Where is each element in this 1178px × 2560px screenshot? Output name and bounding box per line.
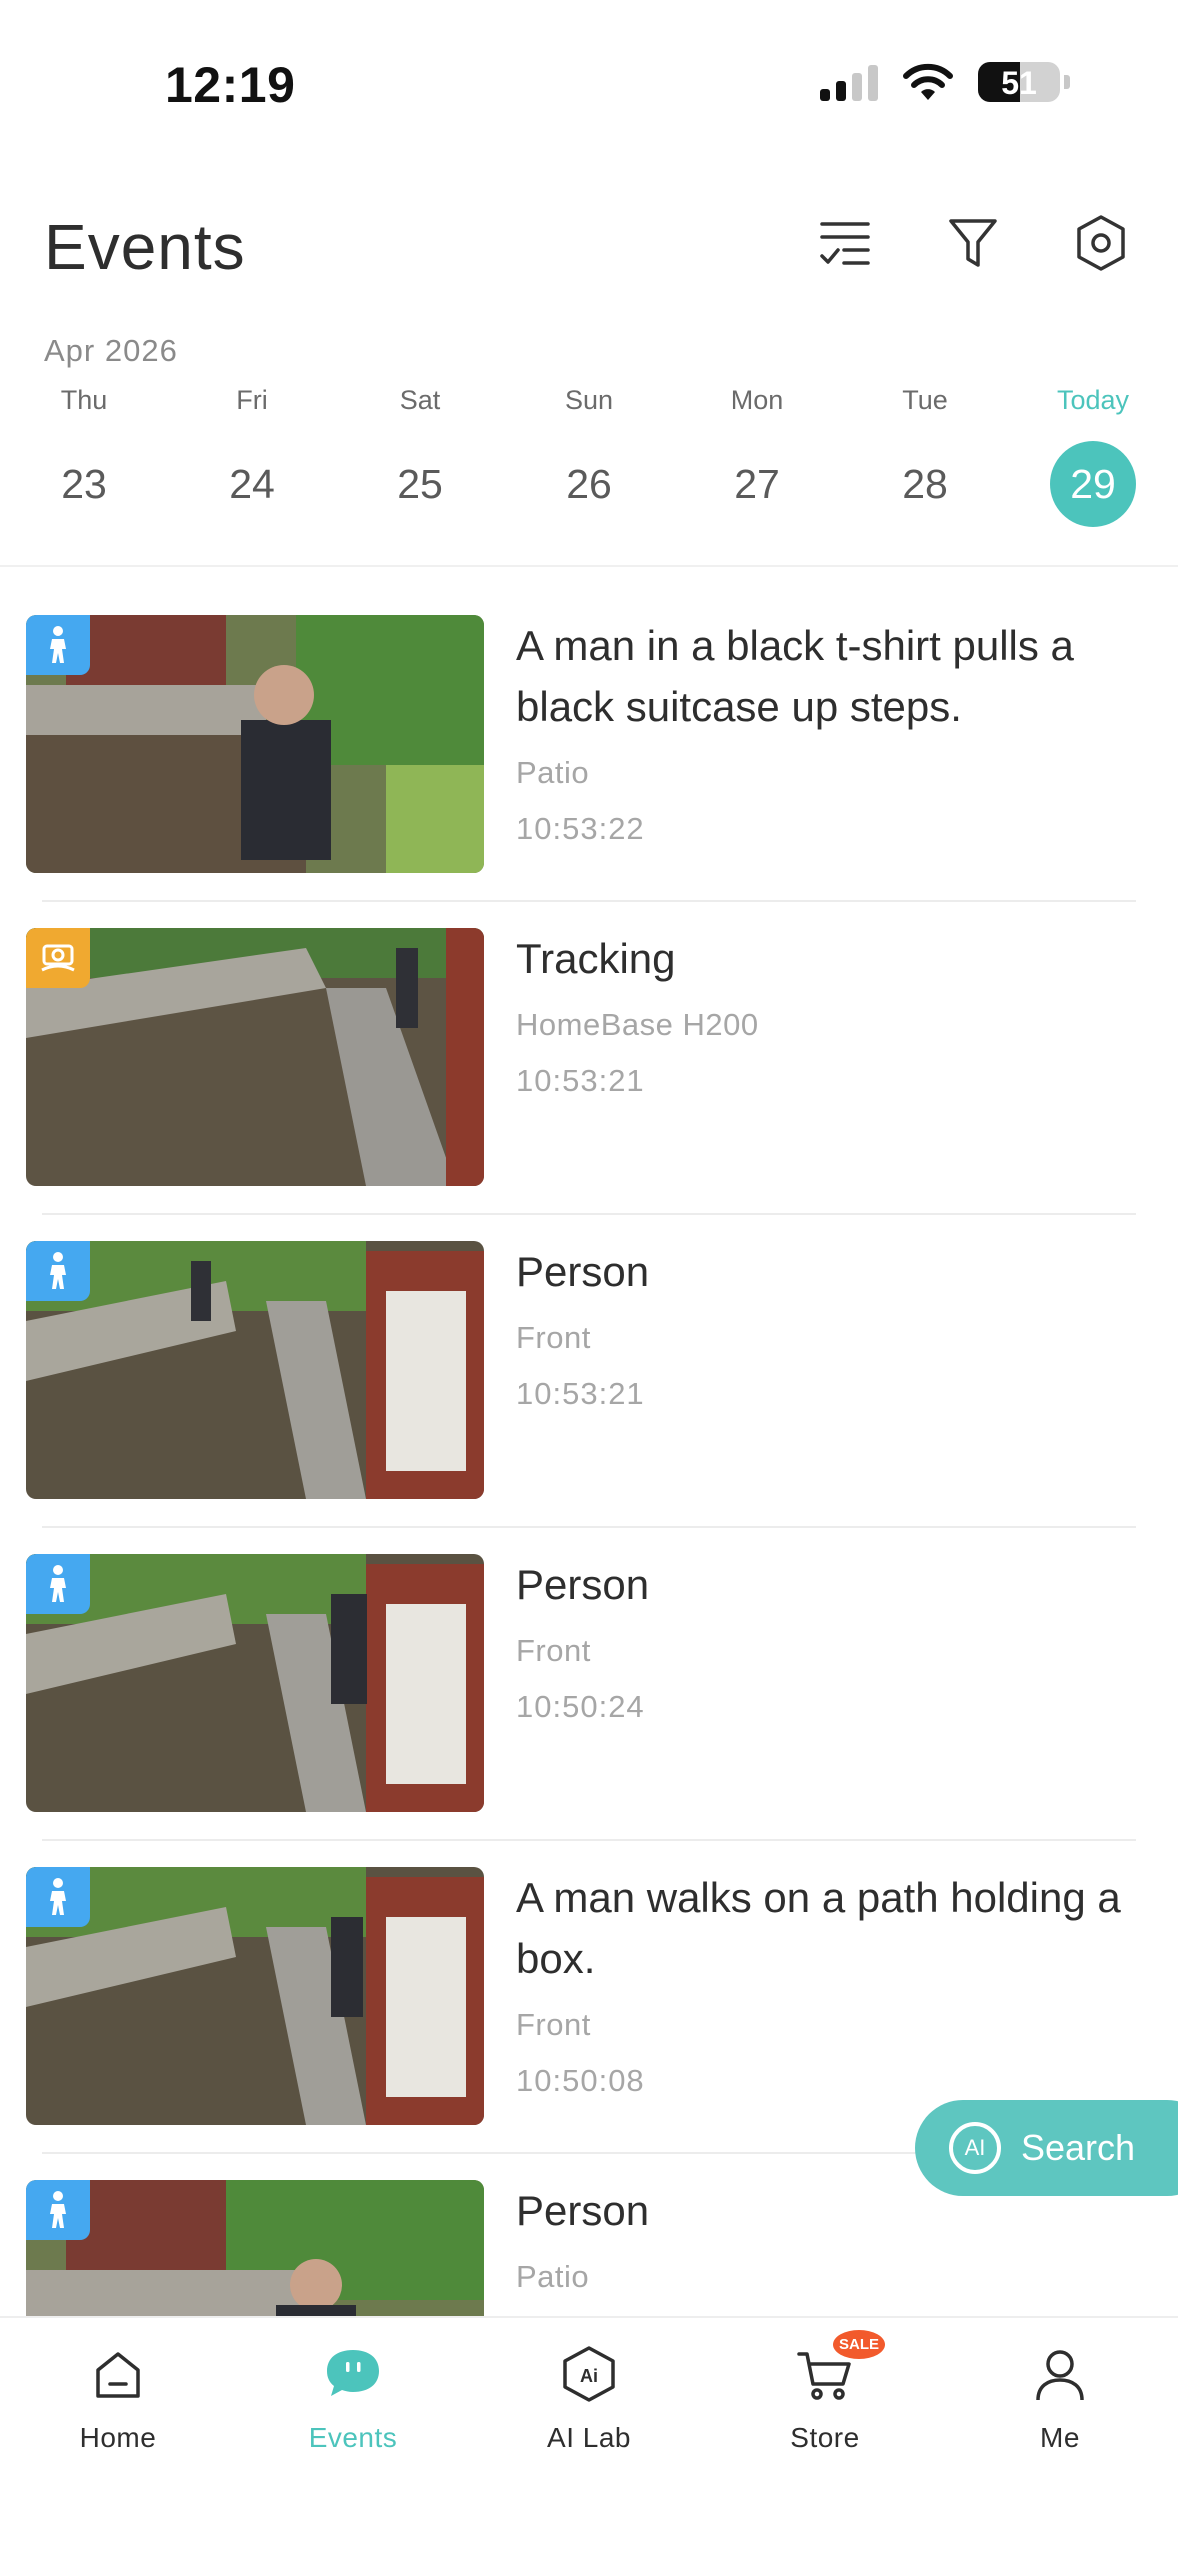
- nav-home[interactable]: Home: [38, 2344, 198, 2454]
- battery-level: 51: [1001, 65, 1037, 101]
- cart-icon: SALE: [795, 2330, 885, 2404]
- event-item[interactable]: Tracking HomeBase H200 10:53:21: [0, 928, 1178, 1241]
- profile-icon: [1030, 2344, 1090, 2404]
- day-fri[interactable]: Fri 24: [192, 385, 312, 527]
- wifi-icon: [903, 63, 953, 100]
- person-detection-icon: [26, 2180, 90, 2240]
- month-label: Apr 2026: [44, 333, 178, 368]
- event-item[interactable]: Person Front 10:53:21: [0, 1241, 1178, 1554]
- event-title: A man in a black t-shirt pulls a black s…: [516, 622, 1074, 730]
- event-source: Front: [516, 1633, 591, 1668]
- event-source: HomeBase H200: [516, 1007, 759, 1042]
- day-today[interactable]: Today 29: [1033, 385, 1153, 527]
- event-thumbnail[interactable]: [26, 1867, 484, 2125]
- sale-badge: SALE: [832, 2330, 885, 2359]
- divider: [42, 1526, 1136, 1528]
- nav-events[interactable]: Events: [273, 2344, 433, 2454]
- nav-me[interactable]: Me: [980, 2344, 1140, 2454]
- person-detection-icon: [26, 615, 90, 675]
- event-title: Tracking: [516, 935, 676, 982]
- ai-search-icon: AI: [949, 2122, 1001, 2174]
- status-icons: 51: [820, 62, 1070, 102]
- checklist-icon[interactable]: [816, 214, 874, 272]
- tracking-icon: [26, 928, 90, 988]
- event-thumbnail[interactable]: [26, 1554, 484, 1812]
- ai-search-button[interactable]: AI Search: [915, 2100, 1178, 2196]
- svg-text:Ai: Ai: [580, 2366, 598, 2386]
- event-time: 10:53:21: [516, 1063, 645, 1098]
- day-tue[interactable]: Tue 28: [865, 385, 985, 527]
- nav-store[interactable]: SALE Store: [745, 2330, 905, 2454]
- event-time: 10:53:21: [516, 1376, 645, 1411]
- page-title: Events: [44, 211, 246, 283]
- event-thumbnail[interactable]: [26, 1241, 484, 1499]
- event-time: 10:50:24: [516, 1689, 645, 1724]
- event-time: 10:53:22: [516, 811, 645, 846]
- status-bar: 12:19 51: [0, 0, 1178, 150]
- event-item[interactable]: Person Front 10:50:24: [0, 1554, 1178, 1867]
- ai-lab-icon: Ai: [559, 2344, 619, 2404]
- status-time: 12:19: [165, 57, 296, 113]
- settings-icon[interactable]: [1072, 214, 1130, 272]
- event-item[interactable]: A man in a black t-shirt pulls a black s…: [0, 615, 1178, 928]
- event-source: Patio: [516, 2259, 590, 2294]
- events-icon: [323, 2344, 383, 2404]
- cellular-signal-icon: [820, 63, 878, 101]
- divider: [42, 1213, 1136, 1215]
- header-actions: [816, 214, 1130, 272]
- day-sat[interactable]: Sat 25: [360, 385, 480, 527]
- event-title: Person: [516, 1248, 650, 1295]
- divider: [42, 1839, 1136, 1841]
- person-detection-icon: [26, 1241, 90, 1301]
- bottom-nav: Home Events Ai AI Lab SALE Store Me: [0, 2316, 1178, 2560]
- day-thu[interactable]: Thu 23: [24, 385, 144, 527]
- event-title: Person: [516, 1561, 650, 1608]
- event-thumbnail[interactable]: [26, 615, 484, 873]
- home-icon: [88, 2344, 148, 2404]
- filter-icon[interactable]: [944, 214, 1002, 272]
- person-detection-icon: [26, 1554, 90, 1614]
- event-source: Front: [516, 2007, 591, 2042]
- day-sun[interactable]: Sun 26: [529, 385, 649, 527]
- event-title: A man walks on a path holding a box.: [516, 1874, 1121, 1982]
- event-time: 10:50:08: [516, 2063, 645, 2098]
- nav-ai-lab[interactable]: Ai AI Lab: [509, 2344, 669, 2454]
- event-thumbnail[interactable]: [26, 928, 484, 1186]
- event-source: Front: [516, 1320, 591, 1355]
- divider: [0, 565, 1178, 567]
- search-label: Search: [1021, 2127, 1136, 2168]
- event-source: Patio: [516, 755, 590, 790]
- divider: [42, 900, 1136, 902]
- battery-icon: 51: [978, 62, 1060, 102]
- person-detection-icon: [26, 1867, 90, 1927]
- day-mon[interactable]: Mon 27: [697, 385, 817, 527]
